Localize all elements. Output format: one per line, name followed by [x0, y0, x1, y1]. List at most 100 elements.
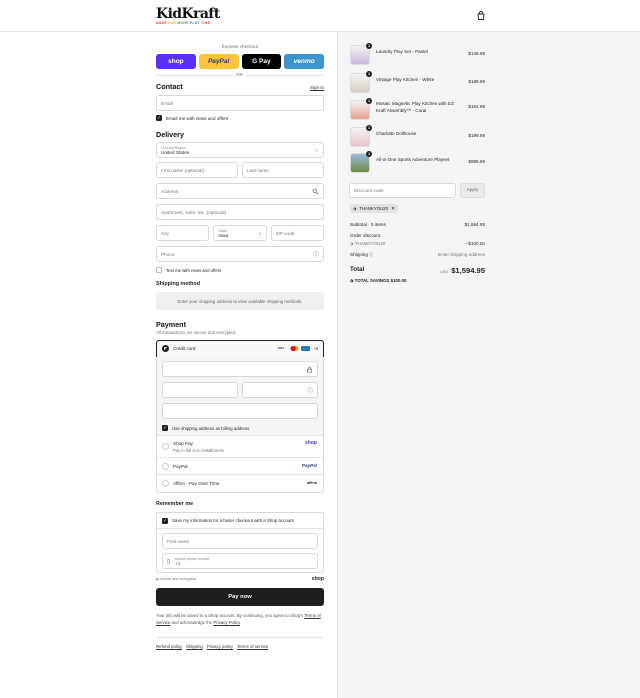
discount-code-input[interactable]: Discount code [349, 183, 456, 198]
total-savings: ⬗ TOTAL SAVINGS $100.00 [350, 278, 407, 283]
pay-now-button[interactable]: Pay now [156, 588, 324, 606]
product-image: 1 [350, 151, 372, 173]
paypal-option[interactable]: PayPal PayPal [157, 458, 323, 475]
checkbox-unchecked-icon[interactable] [156, 267, 162, 273]
cart-item: 1 Vintage Play Kitchen - White $189.99 [350, 71, 485, 93]
text-news-checkbox[interactable]: Text me with news and offers [156, 267, 324, 273]
chevron-down-icon: ⌄ [257, 230, 262, 236]
product-image: 1 [350, 125, 372, 147]
cart-icon[interactable] [476, 11, 486, 21]
visa-icon: VISA [277, 346, 289, 352]
cart-item: 1 Mosaic Magnetic Play Kitchen with EZ K… [350, 98, 485, 120]
credit-card-option[interactable]: Credit card VISA +5 [156, 340, 324, 357]
order-discount-label: Order discount [350, 233, 381, 238]
brand-tagline: MADE FOR MORE PLAY TIME [156, 21, 211, 25]
card-form: ⓘ ✓ Use shipping address as billing addre… [157, 356, 323, 436]
mastercard-icon [290, 346, 300, 352]
checkout-form: Express checkout shop PayPal G Pay venmo… [156, 32, 324, 649]
info-icon[interactable]: ⓘ [368, 252, 373, 257]
refund-policy-link[interactable]: Refund policy [156, 644, 182, 649]
affirm-option[interactable]: Affirm - Pay Over Time affirm [157, 475, 323, 492]
security-code-field[interactable]: ⓘ [242, 382, 318, 398]
terms-of-service-link[interactable]: Terms of service [237, 644, 268, 649]
address-field[interactable]: Address [156, 183, 324, 199]
privacy-link[interactable]: Privacy Policy [213, 620, 239, 625]
paypal-button[interactable]: PayPal [198, 54, 239, 69]
shop-pay-button[interactable]: shop [156, 54, 196, 69]
cart-item: 1 Charlotte Dollhouse $199.99 [350, 125, 485, 147]
name-on-card-field[interactable] [162, 403, 318, 419]
shipping-method-title: Shipping method [156, 281, 201, 287]
google-pay-button[interactable]: G Pay [241, 54, 282, 69]
cart-item: 1 All-in-One Sports Adventure Playset $9… [350, 151, 485, 173]
brand-logo[interactable]: KidKraft [156, 6, 220, 22]
payment-methods: Credit card VISA +5 ⓘ ✓ Use shipping addre… [156, 340, 324, 493]
radio-icon[interactable] [162, 462, 169, 470]
product-image: 1 [350, 71, 372, 93]
payment-title: Payment [156, 320, 186, 329]
sign-in-link[interactable]: Sign in [310, 85, 324, 90]
delivery-title: Delivery [156, 130, 184, 139]
save-info-checkbox[interactable]: ✓ Save my information for a faster checko… [157, 513, 323, 529]
apartment-field[interactable]: Apartment, suite, etc. (optional) [156, 204, 324, 220]
remove-discount-icon[interactable]: ✕ [391, 206, 395, 212]
product-image: 1 [350, 43, 372, 65]
checkbox-checked-icon[interactable]: ✓ [162, 517, 168, 524]
payment-subtitle: All transactions are secure and encrypte… [156, 330, 237, 335]
remember-me-title: Remember me [156, 501, 194, 507]
state-select[interactable]: State Iowa ⌄ [213, 225, 267, 241]
remember-first-name-field[interactable]: First name [162, 533, 318, 549]
express-checkout-buttons: shop PayPal G Pay venmo [156, 54, 324, 69]
shop-logo: shop [311, 576, 324, 582]
shop-pay-logo: shop [305, 440, 317, 446]
mobile-phone-field[interactable]: ▯ Mobile phone number +1 [162, 553, 318, 569]
shop-pay-option[interactable]: Shop Pay Pay in full or in installments s… [157, 436, 323, 458]
card-number-field[interactable] [162, 361, 318, 377]
shipping-row: Shipping ⓘ Enter shipping address [350, 252, 485, 257]
footer-links: Refund policy Shipping Privacy policy Te… [156, 637, 324, 649]
search-icon [312, 188, 319, 195]
cart-item: 1 Laundry Play Set - Pastel $139.99 [350, 43, 485, 65]
help-icon[interactable]: ⓘ [313, 250, 319, 259]
last-name-field[interactable]: Last name [242, 162, 324, 178]
country-select[interactable]: Country/Region United States ⌄ [156, 142, 324, 158]
terms-text: Your info will be saved to a Shop accoun… [156, 613, 321, 625]
discount-row: ⬗ THANKYOU20 −$100.00 [350, 241, 485, 246]
zip-field[interactable]: ZIP code [270, 225, 324, 241]
tag-icon: ⬗ [353, 205, 357, 211]
contact-title: Contact [156, 82, 183, 91]
or-divider: OR [156, 70, 324, 80]
email-news-checkbox[interactable]: ✓ Email me with news and offers [156, 115, 324, 121]
phone-icon: ▯ [167, 559, 171, 565]
product-image: 1 [350, 98, 372, 120]
paypal-logo: PayPal [301, 463, 317, 468]
remember-me-box: ✓ Save my information for a faster checko… [156, 512, 324, 573]
site-header: KidKraft MADE FOR MORE PLAY TIME [0, 0, 640, 32]
billing-address-checkbox[interactable]: ✓ Use shipping address as billing address [162, 425, 318, 431]
shipping-method-placeholder: Enter your shipping address to view avai… [156, 292, 324, 310]
chevron-down-icon: ⌄ [314, 147, 319, 153]
first-name-field[interactable]: First name (optional) [156, 162, 238, 178]
phone-field[interactable]: Phone ⓘ [156, 246, 324, 262]
venmo-button[interactable]: venmo [284, 54, 324, 69]
help-icon[interactable]: ⓘ [307, 386, 313, 395]
shipping-link[interactable]: Shipping [186, 644, 203, 649]
expiry-field[interactable] [162, 382, 238, 398]
subtotal-row: Subtotal · 5 items $1,694.95 [350, 222, 485, 227]
card-brands: VISA +5 [277, 345, 318, 352]
affirm-logo: affirm [307, 481, 317, 485]
city-field[interactable]: City [156, 225, 210, 241]
lock-icon [307, 366, 312, 373]
radio-selected-icon[interactable] [162, 345, 169, 352]
total-row: Total USD $1,594.95 [350, 266, 485, 275]
email-field[interactable]: Email [156, 95, 324, 111]
radio-icon[interactable] [162, 443, 169, 450]
checkbox-checked-icon[interactable]: ✓ [162, 425, 168, 431]
apply-discount-button[interactable]: Apply [460, 183, 485, 198]
amex-icon [301, 346, 311, 352]
radio-icon[interactable] [162, 480, 169, 487]
discount-tag: ⬗ THANKYOU20 ✕ [350, 204, 399, 213]
checkbox-checked-icon[interactable]: ✓ [156, 115, 162, 121]
lock-icon: 🔒︎ [156, 577, 159, 581]
privacy-policy-link[interactable]: Privacy policy [207, 644, 233, 649]
